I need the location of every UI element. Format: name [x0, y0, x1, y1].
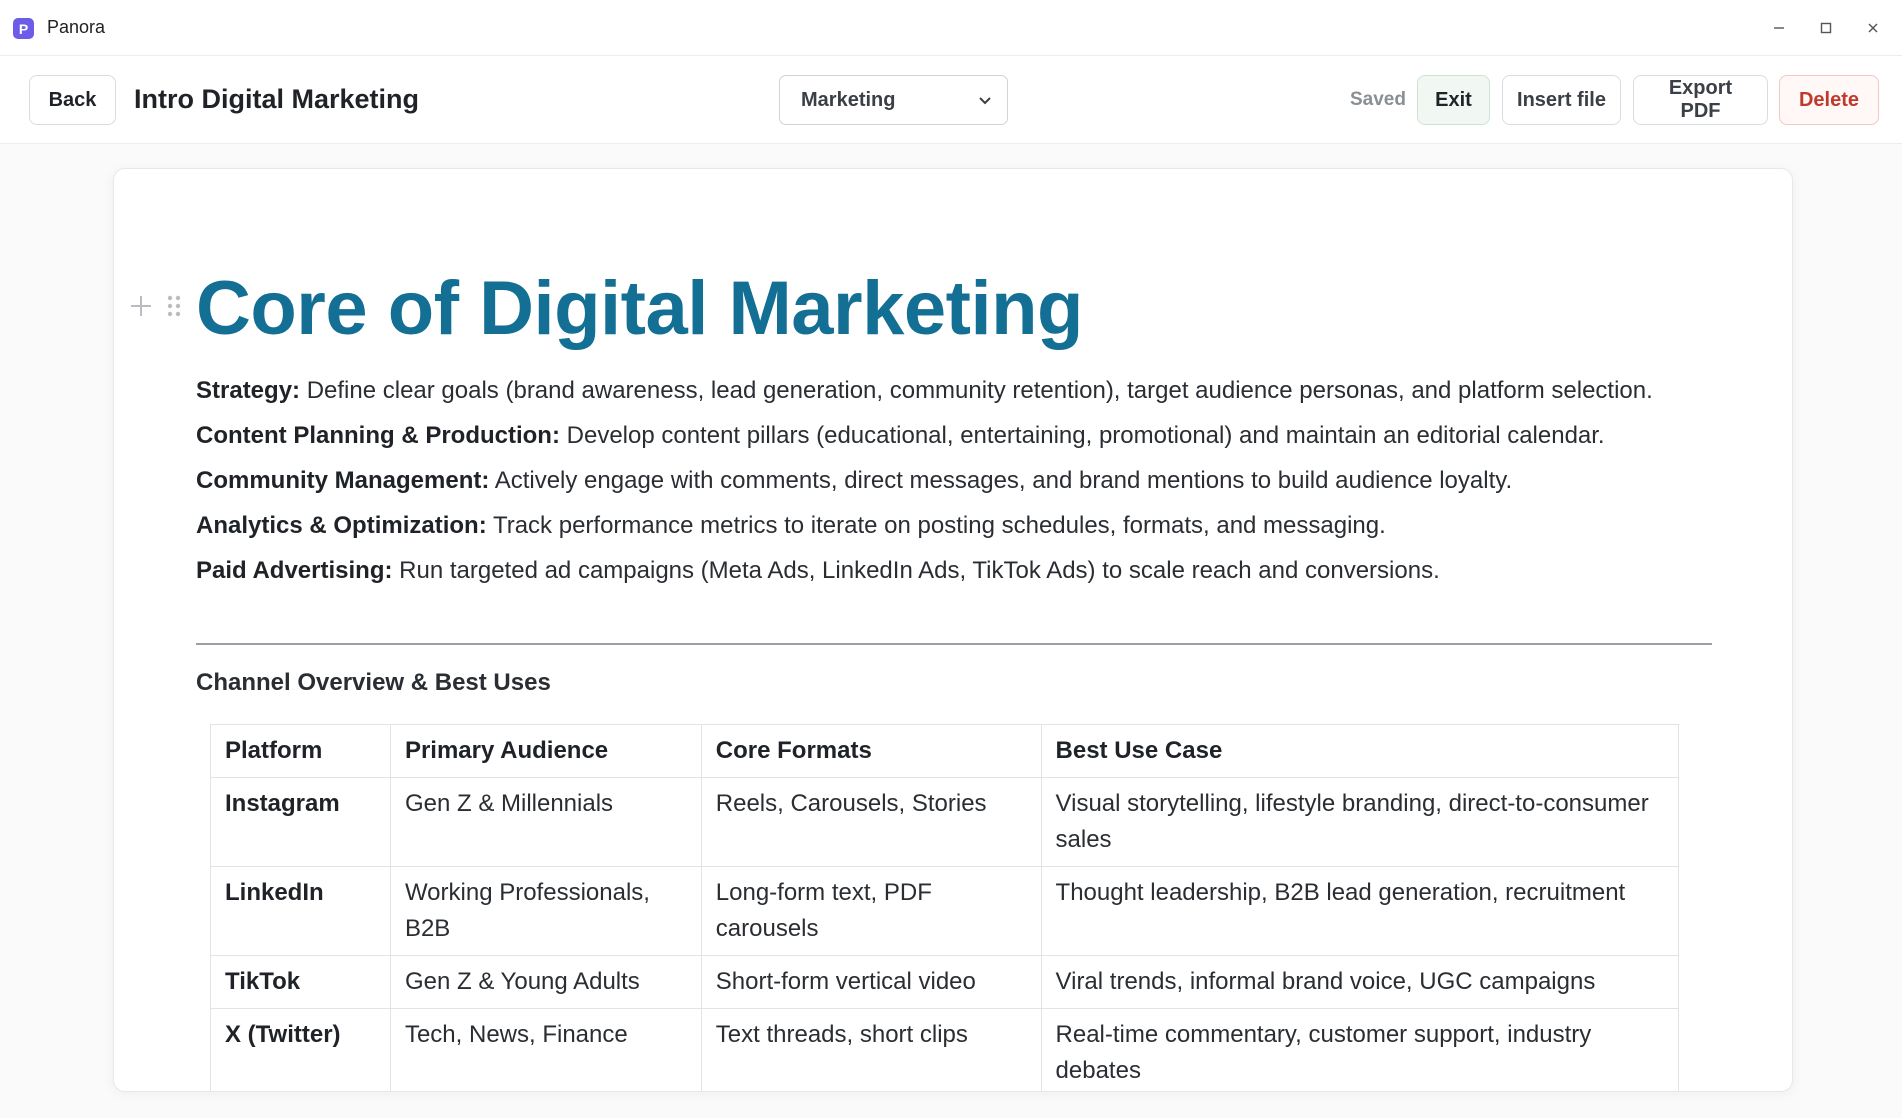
table-cell[interactable]: Long-form text, PDF carousels — [700, 866, 1042, 956]
table-cell[interactable]: X (Twitter) — [210, 1008, 391, 1091]
category-selected-value: Marketing — [801, 88, 896, 111]
list-item-term: Community Management: — [196, 467, 490, 494]
back-button[interactable]: Back — [29, 75, 116, 125]
document-editor[interactable]: Core of Digital Marketing Strategy: Defi… — [113, 168, 1793, 1092]
list-item-term: Strategy: — [196, 377, 301, 404]
block-handles — [128, 293, 182, 319]
table-cell[interactable]: Gen Z & Millennials — [389, 777, 702, 867]
column-header[interactable]: Core Formats — [700, 724, 1042, 778]
category-select[interactable]: Marketing — [779, 75, 1008, 125]
close-icon — [1868, 23, 1878, 33]
table-row: LinkedIn Working Professionals, B2B Long… — [210, 866, 1680, 956]
table-row: Instagram Gen Z & Millennials Reels, Car… — [210, 777, 1680, 867]
list-item-text: Develop content pillars (educational, en… — [559, 422, 1605, 449]
close-button[interactable] — [1859, 14, 1887, 42]
table-cell[interactable]: Instagram — [210, 777, 391, 867]
exit-button[interactable]: Exit — [1417, 75, 1490, 125]
table-cell[interactable]: LinkedIn — [210, 866, 391, 956]
save-status: Saved — [1350, 89, 1406, 110]
table-cell[interactable]: Short-form vertical video — [700, 955, 1042, 1009]
list-item[interactable]: Strategy: Define clear goals (brand awar… — [196, 373, 1716, 409]
column-header[interactable]: Best Use Case — [1040, 724, 1680, 778]
list-item[interactable]: Community Management: Actively engage wi… — [196, 463, 1716, 499]
table-cell[interactable]: Tech, News, Finance — [389, 1008, 702, 1091]
table-cell[interactable]: Reels, Carousels, Stories — [700, 777, 1042, 867]
table-cell[interactable]: TikTok — [210, 955, 391, 1009]
minimize-button[interactable] — [1765, 14, 1793, 42]
list-item-text: Define clear goals (brand awareness, lea… — [300, 377, 1653, 404]
document-title: Intro Digital Marketing — [134, 84, 420, 114]
insert-file-button[interactable]: Insert file — [1502, 75, 1621, 125]
maximize-icon — [1820, 22, 1832, 34]
app-title: Panora — [47, 17, 106, 37]
table-cell[interactable]: Thought leadership, B2B lead generation,… — [1040, 866, 1680, 956]
section-title[interactable]: Channel Overview & Best Uses — [196, 669, 551, 697]
plus-icon[interactable] — [128, 293, 154, 319]
column-header[interactable]: Primary Audience — [389, 724, 702, 778]
list-item-term: Analytics & Optimization: — [196, 512, 487, 539]
export-pdf-button[interactable]: Export PDF — [1633, 75, 1768, 125]
column-header[interactable]: Platform — [210, 724, 391, 778]
panora-logo-icon: P — [13, 18, 34, 39]
list-item[interactable]: Paid Advertising: Run targeted ad campai… — [196, 553, 1716, 589]
table-header-row: Platform Primary Audience Core Formats B… — [210, 724, 1680, 778]
table-cell[interactable]: Visual storytelling, lifestyle branding,… — [1040, 777, 1680, 867]
table-cell[interactable]: Real-time commentary, customer support, … — [1040, 1008, 1680, 1091]
list-item-text: Actively engage with comments, direct me… — [489, 467, 1513, 494]
channel-table[interactable]: Platform Primary Audience Core Formats B… — [210, 724, 1680, 1091]
list-item[interactable]: Analytics & Optimization: Track performa… — [196, 508, 1716, 544]
maximize-button[interactable] — [1812, 14, 1840, 42]
chevron-down-icon — [979, 97, 991, 105]
table-cell[interactable]: Text threads, short clips — [700, 1008, 1042, 1091]
table-row: TikTok Gen Z & Young Adults Short-form v… — [210, 955, 1680, 1009]
table-row: X (Twitter) Tech, News, Finance Text thr… — [210, 1008, 1680, 1091]
window-titlebar: P Panora — [0, 0, 1902, 56]
editor-toolbar: Back Intro Digital Marketing Marketing S… — [0, 56, 1902, 144]
list-item-text: Run targeted ad campaigns (Meta Ads, Lin… — [392, 557, 1440, 584]
divider — [196, 643, 1712, 645]
delete-button[interactable]: Delete — [1779, 75, 1879, 125]
drag-handle-icon[interactable] — [166, 293, 182, 319]
document-heading[interactable]: Core of Digital Marketing — [196, 265, 1083, 352]
table-cell[interactable]: Working Professionals, B2B — [389, 866, 702, 956]
table-cell[interactable]: Viral trends, informal brand voice, UGC … — [1040, 955, 1680, 1009]
table-cell[interactable]: Gen Z & Young Adults — [389, 955, 702, 1009]
list-item-term: Paid Advertising: — [196, 557, 393, 584]
minimize-icon — [1774, 27, 1784, 29]
list-item-text: Track performance metrics to iterate on … — [486, 512, 1386, 539]
list-item[interactable]: Content Planning & Production: Develop c… — [196, 418, 1716, 454]
list-item-term: Content Planning & Production: — [196, 422, 560, 449]
key-points-list[interactable]: Strategy: Define clear goals (brand awar… — [196, 373, 1716, 598]
